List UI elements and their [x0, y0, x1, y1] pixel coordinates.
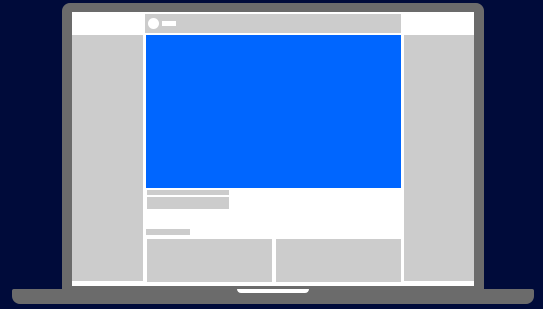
header-title-placeholder — [162, 21, 176, 26]
card-placeholder-2 — [276, 239, 401, 282]
text-block-placeholder — [147, 197, 229, 209]
right-sidebar-placeholder — [404, 35, 474, 281]
trackpad-notch — [237, 289, 309, 293]
avatar-icon — [148, 18, 159, 29]
text-line-placeholder — [147, 190, 229, 195]
header-bar — [145, 14, 401, 33]
card-placeholder-1 — [147, 239, 272, 282]
left-sidebar-placeholder — [72, 35, 143, 281]
hero-image-placeholder — [146, 35, 401, 188]
section-label-placeholder — [146, 229, 190, 235]
